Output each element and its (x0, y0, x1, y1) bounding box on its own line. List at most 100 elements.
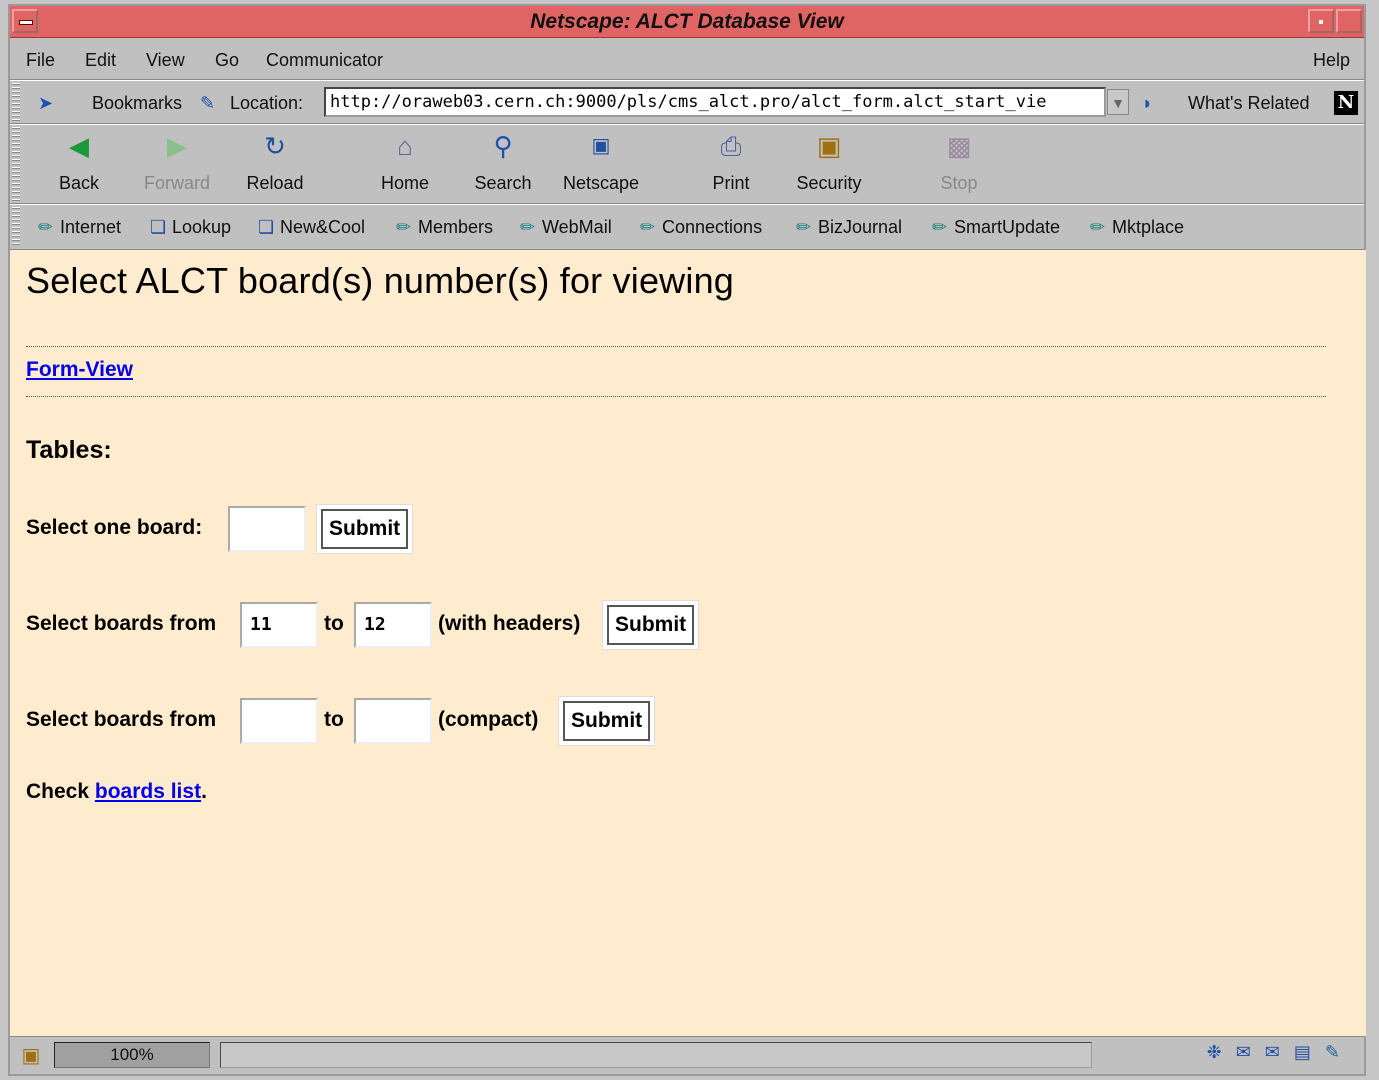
location-toolbar: ➤ Bookmarks ✎ Location: http://oraweb03.… (10, 80, 1364, 124)
folder-icon: ❏ (258, 217, 275, 237)
newsgroups-icon[interactable]: ✉ (1265, 1042, 1294, 1062)
check-boards-list: Check boards list. (26, 780, 207, 803)
toolbar-grip[interactable] (12, 83, 20, 121)
menu-view[interactable]: View (146, 50, 185, 71)
range-from-input[interactable]: 11 (240, 602, 318, 648)
back-button[interactable]: ◀ Back (34, 131, 124, 194)
stop-icon: ▩ (946, 131, 972, 161)
bookmark-pen-icon: ✏ (796, 217, 812, 237)
menu-bar: File Edit View Go Communicator Help (10, 38, 1364, 80)
navigation-toolbar: ◀ Back ▶ Forward ↻ Reload ⌂ Home ⚲ Searc… (10, 124, 1364, 204)
url-dropdown-icon[interactable]: ▼ (1107, 89, 1129, 115)
submit-one-board-button[interactable]: Submit (321, 509, 409, 549)
print-icon: ⎙ (720, 131, 742, 161)
status-message (220, 1042, 1092, 1068)
search-button[interactable]: ⚲ Search (458, 131, 548, 194)
bookmark-smartupdate[interactable]: ✏ SmartUpdate (932, 217, 1060, 238)
bookmark-newcool[interactable]: ❏ New&Cool (258, 217, 365, 238)
whats-related-icon[interactable]: ◑ (1140, 93, 1151, 114)
mail-icon[interactable]: ✉ (1236, 1042, 1265, 1062)
bookmark-mktplace[interactable]: ✏ Mktplace (1090, 217, 1184, 238)
select-one-board-row: Select one board: Submit (26, 504, 446, 554)
bookmark-pen-icon: ✏ (640, 217, 656, 237)
compact-label: (compact) (438, 708, 539, 731)
bookmark-pen-icon: ✏ (520, 217, 536, 237)
menu-edit[interactable]: Edit (85, 50, 116, 71)
range-from-input-compact[interactable] (240, 698, 318, 744)
bookmark-internet[interactable]: ✏ Internet (38, 217, 121, 238)
menu-help[interactable]: Help (1313, 50, 1350, 71)
netscape-logo-icon: N (1334, 91, 1358, 115)
forward-arrow-icon: ▶ (167, 131, 187, 161)
security-lock-icon[interactable]: ▣ (18, 1043, 44, 1069)
navigator-icon[interactable]: ❉ (1207, 1042, 1236, 1062)
netscape-button[interactable]: ▣ Netscape (556, 131, 646, 194)
reload-icon: ↻ (264, 131, 286, 161)
url-input[interactable]: http://oraweb03.cern.ch:9000/pls/cms_alc… (324, 87, 1106, 117)
range-to-input[interactable]: 12 (354, 602, 432, 648)
to-label: to (324, 612, 344, 635)
bookmark-bizjournal[interactable]: ✏ BizJournal (796, 217, 902, 238)
progress-indicator: 100% (54, 1042, 210, 1068)
print-button[interactable]: ⎙ Print (686, 131, 776, 194)
submit-range-headers-button[interactable]: Submit (607, 605, 695, 645)
select-range-compact-row: Select boards from to (compact) Submit (26, 696, 706, 746)
window-title: Netscape: ALCT Database View (530, 10, 844, 33)
address-book-icon[interactable]: ▤ (1294, 1042, 1325, 1062)
divider (26, 396, 1326, 397)
boards-list-link[interactable]: boards list (95, 780, 201, 803)
stop-button[interactable]: ▩ Stop (914, 131, 1004, 194)
bookmarks-icon[interactable]: ➤ (38, 93, 53, 114)
toolbar-grip[interactable] (12, 127, 20, 201)
my-netscape-icon: ▣ (591, 135, 611, 157)
bookmark-pen-icon: ✏ (932, 217, 948, 237)
home-icon: ⌂ (397, 131, 413, 161)
menu-go[interactable]: Go (215, 50, 239, 71)
select-boards-from-label: Select boards from (26, 612, 217, 635)
submit-button-frame: Submit (316, 504, 414, 554)
range-to-input-compact[interactable] (354, 698, 432, 744)
location-icon: ✎ (200, 93, 216, 113)
with-headers-label: (with headers) (438, 612, 581, 635)
to-label: to (324, 708, 344, 731)
maximize-button[interactable] (1336, 9, 1362, 33)
select-boards-from-label: Select boards from (26, 708, 217, 731)
menu-communicator[interactable]: Communicator (266, 50, 383, 71)
page-title: Select ALCT board(s) number(s) for viewi… (26, 260, 735, 301)
composer-icon[interactable]: ✎ (1325, 1042, 1354, 1062)
toolbar-grip[interactable] (12, 207, 20, 247)
reload-button[interactable]: ↻ Reload (230, 131, 320, 194)
bookmark-lookup[interactable]: ❏ Lookup (150, 217, 231, 238)
browser-window: Netscape: ALCT Database View File Edit V… (8, 4, 1366, 1076)
status-bar: ▣ 100% ❉✉✉▤✎ (10, 1036, 1364, 1074)
bookmark-webmail[interactable]: ✏ WebMail (520, 217, 612, 238)
component-bar: ❉✉✉▤✎ (1207, 1042, 1354, 1068)
submit-range-compact-button[interactable]: Submit (563, 701, 651, 741)
divider (26, 346, 1326, 347)
whats-related-button[interactable]: What's Related (1188, 93, 1310, 114)
home-button[interactable]: ⌂ Home (360, 131, 450, 194)
page-content: Select ALCT board(s) number(s) for viewi… (10, 250, 1366, 1036)
bookmark-pen-icon: ✏ (396, 217, 412, 237)
bookmark-pen-icon: ✏ (38, 217, 54, 237)
bookmark-connections[interactable]: ✏ Connections (640, 217, 762, 238)
select-range-headers-row: Select boards from 11 to 12 (with header… (26, 600, 746, 650)
bookmark-members[interactable]: ✏ Members (396, 217, 493, 238)
forward-button[interactable]: ▶ Forward (132, 131, 222, 194)
board-number-input[interactable] (228, 506, 306, 552)
personal-toolbar: ✏ Internet ❏ Lookup ❏ New&Cool ✏ Members ✏ We… (10, 204, 1364, 250)
padlock-icon: ▣ (816, 131, 842, 161)
form-view-link[interactable]: Form-View (26, 358, 133, 382)
folder-icon: ❏ (150, 217, 167, 237)
bookmark-pen-icon: ✏ (1090, 217, 1106, 237)
title-bar: Netscape: ALCT Database View (10, 6, 1364, 38)
bookmarks-button[interactable]: Bookmarks (92, 93, 182, 114)
submit-button-frame: Submit (558, 696, 656, 746)
back-arrow-icon: ◀ (69, 131, 89, 161)
security-button[interactable]: ▣ Security (784, 131, 874, 194)
select-one-board-label: Select one board: (26, 516, 203, 539)
menu-file[interactable]: File (26, 50, 55, 71)
location-label: Location: (230, 93, 304, 113)
submit-button-frame: Submit (602, 600, 700, 650)
minimize-button[interactable] (1308, 9, 1334, 33)
